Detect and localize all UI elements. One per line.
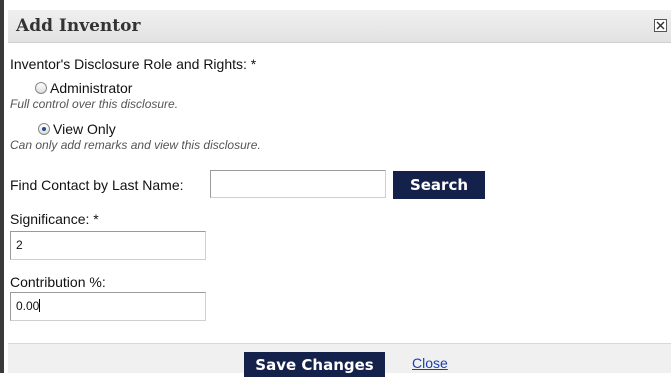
administrator-hint: Full control over this disclosure. <box>10 97 179 111</box>
find-contact-label: Find Contact by Last Name: <box>10 177 184 193</box>
close-x-icon[interactable] <box>654 19 667 32</box>
required-marker: * <box>250 56 257 72</box>
dialog-titlebar: Add Inventor <box>8 10 671 43</box>
significance-label-row: Significance: * <box>10 211 99 227</box>
search-button[interactable]: Search <box>393 171 485 199</box>
add-inventor-dialog: Add Inventor Inventor's Disclosure Role … <box>0 0 671 377</box>
view-only-label[interactable]: View Only <box>53 121 116 137</box>
required-marker: * <box>93 211 99 227</box>
text-caret <box>39 299 41 312</box>
save-changes-button[interactable]: Save Changes <box>244 352 385 377</box>
role-label-text: Inventor's Disclosure Role and Rights: <box>10 56 247 72</box>
significance-label: Significance: <box>10 211 90 227</box>
last-name-search-input[interactable] <box>210 170 386 198</box>
close-link[interactable]: Close <box>412 355 448 371</box>
role-option-administrator[interactable]: Administrator <box>35 80 132 96</box>
contribution-label: Contribution %: <box>10 274 106 290</box>
view-only-hint: Can only add remarks and view this discl… <box>10 138 261 152</box>
administrator-radio[interactable] <box>35 82 47 94</box>
role-option-view-only[interactable]: View Only <box>38 121 116 137</box>
contribution-input[interactable]: 0.00 <box>10 292 206 321</box>
role-section-label: Inventor's Disclosure Role and Rights: * <box>10 56 256 72</box>
contribution-value: 0.00 <box>16 299 40 313</box>
view-only-radio[interactable] <box>38 123 50 135</box>
dialog-title: Add Inventor <box>16 16 141 36</box>
administrator-label[interactable]: Administrator <box>50 80 132 96</box>
significance-input[interactable]: 2 <box>10 231 206 260</box>
